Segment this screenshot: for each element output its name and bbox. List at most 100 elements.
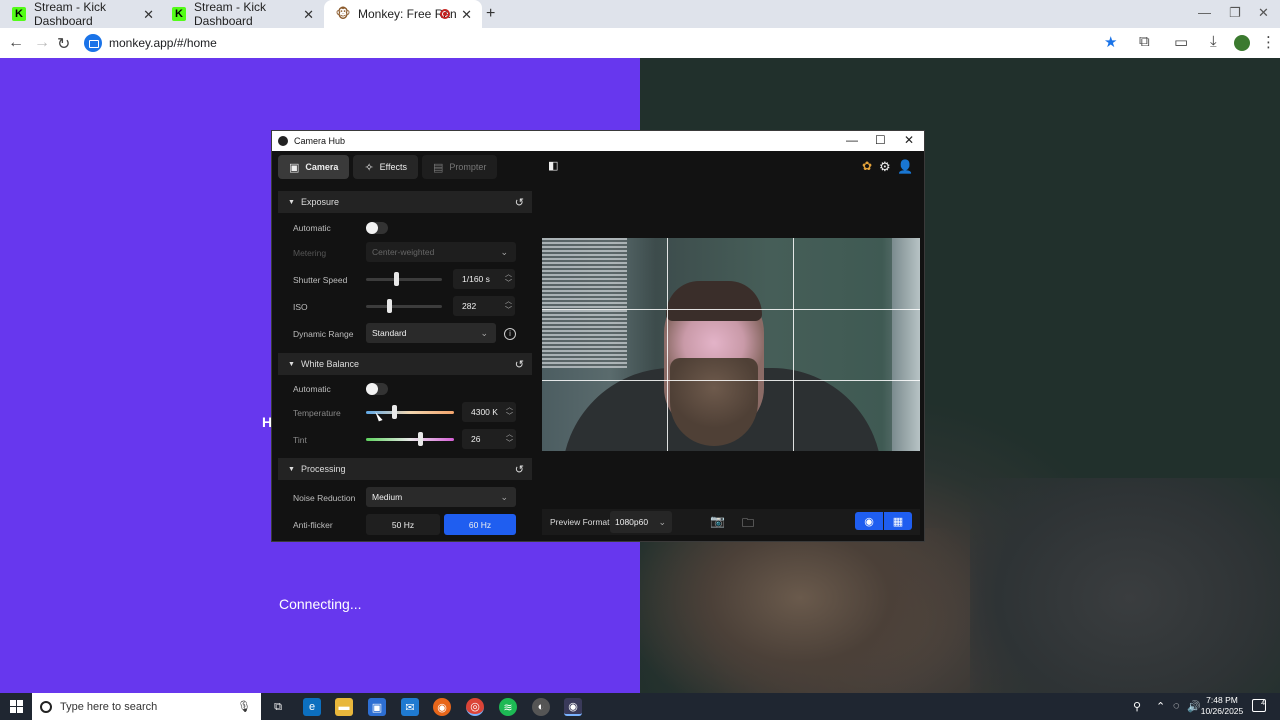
close-tab-icon[interactable]: ✕ [461,7,472,23]
notification-center-icon[interactable]: 4 [1252,699,1266,712]
collapse-triangle-icon: ▼ [288,360,295,368]
shutter-speed-thumb[interactable] [394,272,399,286]
stepper-icon[interactable]: ︿ ﹀ [506,403,513,421]
field-value: 4300 K [471,407,498,417]
back-icon[interactable]: ← [8,34,24,52]
exposure-automatic-toggle[interactable] [366,222,388,234]
windows-start-icon[interactable] [10,700,23,713]
taskbar-clock[interactable]: 7:48 PM 10/26/2025 [1200,695,1244,717]
task-view-icon[interactable]: ⧉ [269,698,287,716]
people-icon[interactable]: ⚲ [1133,700,1141,713]
clock-time: 7:48 PM [1206,695,1238,705]
dynamic-range-select[interactable]: Standard ⌄ [366,323,496,343]
anti-flicker-60hz-button[interactable]: 60 Hz [444,514,516,535]
microphone-icon[interactable]: 🎙 [237,700,251,713]
stepper-icon[interactable]: ︿ ﹀ [505,270,512,288]
bookmark-star-icon[interactable]: ★ [1104,33,1117,51]
stepper-icon[interactable]: ︿ ﹀ [505,297,512,315]
temperature-field[interactable]: 4300 K ︿ ﹀ [462,402,516,422]
edge-icon[interactable]: e [303,698,321,716]
close-tab-icon[interactable]: ✕ [303,7,314,23]
obs-icon[interactable]: ◐ [532,698,550,716]
new-tab-icon[interactable]: + [486,5,495,23]
camera-hub-taskbar-icon[interactable]: ◉ [564,698,582,716]
user-icon[interactable]: 👤 [897,159,913,175]
effects-grid-icon[interactable]: ✿ [862,159,872,173]
minimize-icon[interactable]: — [846,133,858,147]
shutter-speed-slider[interactable] [366,278,442,281]
address-bar[interactable]: monkey.app/#/home [80,31,1130,55]
temperature-label: Temperature [293,408,341,418]
minimize-icon[interactable]: — [1198,5,1211,20]
tab-effects[interactable]: ✧ Effects [353,155,419,179]
select-value: Medium [372,492,403,502]
network-icon[interactable]: ◌ [1173,700,1180,712]
white-balance-section-header[interactable]: ▼ White Balance ↺ [278,353,532,375]
reset-icon[interactable]: ↺ [515,358,524,371]
chevron-up-icon[interactable]: ⌃ [1156,700,1165,713]
anti-flicker-50hz-button[interactable]: 50 Hz [366,514,440,535]
wb-automatic-label: Automatic [293,384,331,394]
site-info-icon[interactable] [84,34,102,52]
cast-icon[interactable]: ▭ [1174,33,1188,51]
volume-icon[interactable]: 🔊 [1187,700,1201,713]
temperature-thumb[interactable] [392,405,397,419]
noise-reduction-label: Noise Reduction [293,493,356,503]
browser-tab-kick-2[interactable]: K Stream - Kick Dashboard ✕ [160,0,324,28]
chrome-icon[interactable]: ◎ [466,698,484,716]
grid-overlay-icon[interactable]: ▦ [884,512,912,530]
metering-select[interactable]: Center-weighted ⌄ [366,242,516,262]
prompter-icon: ▤ [433,161,444,174]
mail-icon[interactable]: ✉ [401,698,419,716]
preview-format-select[interactable]: 1080p60 ⌄ [610,511,672,533]
search-icon [40,700,52,713]
browser-tab-kick-1[interactable]: K Stream - Kick Dashboard ✕ [0,0,164,28]
close-window-icon[interactable]: ✕ [1258,5,1269,21]
file-explorer-icon[interactable]: ▬ [335,698,353,716]
download-icon[interactable]: ⤓ [1210,33,1217,50]
iso-thumb[interactable] [387,299,392,313]
section-title: Exposure [300,197,339,207]
extensions-icon[interactable]: ⧉ [1139,33,1150,50]
menu-icon[interactable]: ⋮ [1261,33,1276,51]
reset-icon[interactable]: ↺ [515,463,524,476]
iso-slider[interactable] [366,305,442,308]
tab-label: Camera [305,162,339,172]
tint-slider[interactable] [366,438,454,441]
iso-field[interactable]: 282 ︿ ﹀ [453,296,515,316]
shutter-speed-field[interactable]: 1/160 s ︿ ﹀ [453,269,515,289]
snapshot-camera-icon[interactable]: 📷 [710,514,725,528]
tab-camera[interactable]: ▣ Camera [278,155,350,179]
recording-icon [440,9,450,19]
close-icon[interactable]: ✕ [904,133,914,147]
tint-field[interactable]: 26 ︿ ﹀ [462,429,516,449]
stepper-icon[interactable]: ︿ ﹀ [506,430,513,448]
noise-reduction-select[interactable]: Medium ⌄ [366,487,516,507]
processing-section-header[interactable]: ▼ Processing ↺ [278,458,532,480]
forward-icon[interactable]: → [34,34,50,52]
firefox-icon[interactable]: ◉ [433,698,451,716]
gear-icon[interactable]: ⚙ [879,159,891,175]
eye-icon[interactable]: ◉ [855,512,883,530]
kick-icon: K [172,7,186,21]
taskbar-search-box[interactable]: Type here to search 🎙 [32,693,261,720]
profile-avatar[interactable] [1234,35,1250,51]
restore-icon[interactable]: ❐ [1229,5,1241,21]
wb-automatic-toggle[interactable] [366,383,388,395]
exposure-section-header[interactable]: ▼ Exposure ↺ [278,191,532,213]
info-icon[interactable]: i [504,328,516,340]
sidebar-toggle-icon[interactable]: ◧ [548,159,558,172]
webcam-beard-area [640,528,1110,693]
shutter-speed-label: Shutter Speed [293,275,348,285]
tab-prompter[interactable]: ▤ Prompter [422,155,498,179]
spotify-icon[interactable]: ≋ [499,698,517,716]
reset-icon[interactable]: ↺ [515,196,524,209]
store-icon[interactable]: ▣ [368,698,386,716]
folder-icon[interactable]: 🗀 [742,514,754,535]
field-value: 1/160 s [462,274,490,284]
close-tab-icon[interactable]: ✕ [143,7,154,23]
tint-thumb[interactable] [418,432,423,446]
maximize-icon[interactable]: ☐ [875,133,886,147]
reload-icon[interactable]: ↻ [57,34,70,54]
browser-tab-monkey[interactable]: 🐵 Monkey: Free Random Vide ✕ [324,0,482,28]
